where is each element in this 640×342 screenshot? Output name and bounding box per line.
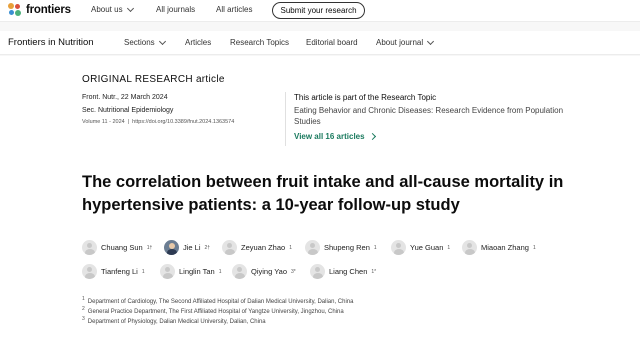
author-affiliation: 2† [204,244,211,251]
avatar [232,264,247,279]
volume-doi: Volume 11 - 2024 | https://doi.org/10.33… [82,119,234,125]
author-chip[interactable]: Yue Guan 1 [391,240,450,255]
avatar [462,240,477,255]
avatar [391,240,406,255]
nav-all-articles[interactable]: All articles [216,5,252,14]
nav-all-journals-label: All journals [156,5,196,14]
author-name: Yue Guan [410,243,444,252]
author-affiliation: 1 [289,244,292,251]
author-affiliation: 1* [371,268,377,275]
author-name: Shupeng Ren [324,243,370,252]
author-affiliation: 3* [291,268,296,275]
author-name: Jie Li [183,243,201,252]
journal-header: Frontiers in Nutrition Sections Articles… [0,31,640,55]
author-affiliation: 1 [447,244,451,251]
global-header: frontiers About us All journals All arti… [0,0,640,22]
divider [285,92,286,146]
avatar [160,264,175,279]
affiliation: 3 Department of Physiology, Dalian Medica… [82,316,266,325]
nav-editorial-board[interactable]: Editorial board [306,38,358,47]
affiliation-number: 3 [82,316,85,322]
journal-date: Front. Nutr., 22 March 2024 [82,94,168,101]
author-name: Qiying Yao [251,267,287,276]
author-name: Miaoan Zhang [481,243,529,252]
author-name: Linglin Tan [179,267,215,276]
author-chip[interactable]: Shupeng Ren 1 [305,240,377,255]
author-chip[interactable]: Chuang Sun 1† [82,240,152,255]
nav-about-journal[interactable]: About journal [376,37,435,47]
affiliation-text: Department of Cardiology, The Second Aff… [87,299,354,305]
author-affiliation: 1† [146,244,153,251]
avatar [310,264,325,279]
author-affiliation: 1 [532,244,536,251]
author-chip[interactable]: Qiying Yao 3* [232,264,296,279]
research-topic-heading: This article is part of the Research Top… [294,93,437,102]
affiliation: 2 General Practice Department, The First … [82,306,344,315]
nav-sections[interactable]: Sections [124,37,166,47]
research-topic-title[interactable]: Eating Behavior and Chronic Diseases: Re… [294,105,584,127]
author-chip[interactable]: Linglin Tan 1 [160,264,222,279]
author-chip[interactable]: Tianfeng Li 1 [82,264,145,279]
nav-sections-label: Sections [124,38,155,47]
author-name: Liang Chen [329,267,368,276]
author-chip[interactable]: Jie Li 2† [164,240,210,255]
frontiers-logo-icon [8,3,22,17]
nav-all-journals[interactable]: All journals [156,5,195,14]
meta-separator: | [127,119,130,125]
author-chip[interactable]: Liang Chen 1* [310,264,376,279]
doi-link[interactable]: https://doi.org/10.3389/fnut.2024.136357… [132,119,234,125]
affiliation-number: 1 [82,296,85,302]
author-affiliation: 1 [373,244,377,251]
avatar [82,264,97,279]
frontiers-logo[interactable]: frontiers [8,3,71,17]
author-name: Tianfeng Li [101,267,138,276]
nav-research-topics-label: Research Topics [230,38,289,47]
affiliation-text: General Practice Department, The First A… [87,309,344,315]
avatar [222,240,237,255]
view-all-articles-label: View all 16 articles [294,132,365,141]
affiliation-text: Department of Physiology, Dalian Medical… [87,319,266,325]
avatar [164,240,179,255]
logo-text: frontiers [26,4,71,16]
author-affiliation: 1 [141,268,145,275]
chevron-right-icon [368,132,376,141]
author-affiliation: 1 [218,268,222,275]
affiliation-number: 2 [82,306,85,312]
nav-research-topics[interactable]: Research Topics [230,38,289,47]
article-type: ORIGINAL RESEARCH article [82,74,225,85]
nav-about-us[interactable]: About us [91,4,134,14]
article-title: The correlation between fruit intake and… [82,173,564,214]
nav-articles-label: Articles [185,38,212,47]
affiliation: 1 Department of Cardiology, The Second Af… [82,296,353,305]
author-chip[interactable]: Miaoan Zhang 1 [462,240,536,255]
journal-name[interactable]: Frontiers in Nutrition [8,37,94,48]
view-all-articles-link[interactable]: View all 16 articles [294,132,376,141]
submit-research-button[interactable]: Submit your research [272,2,365,19]
chevron-down-icon [158,37,166,45]
section-link[interactable]: Sec. Nutritional Epidemiology [82,107,173,114]
avatar [305,240,320,255]
nav-articles[interactable]: Articles [185,38,211,47]
author-name: Chuang Sun [101,243,143,252]
volume: Volume 11 - 2024 [82,119,125,125]
avatar [82,240,97,255]
chevron-down-icon [427,37,435,45]
nav-all-articles-label: All articles [216,5,253,14]
nav-about-journal-label: About journal [376,38,424,47]
chevron-down-icon [126,4,134,12]
nav-about-us-label: About us [91,5,123,14]
author-chip[interactable]: Zeyuan Zhao 1 [222,240,292,255]
nav-editorial-board-label: Editorial board [306,38,358,47]
author-name: Zeyuan Zhao [241,243,286,252]
